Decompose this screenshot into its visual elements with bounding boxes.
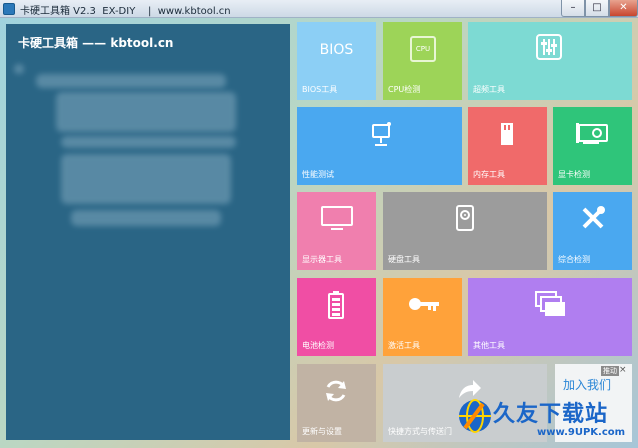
minimize-button[interactable]: – [561, 0, 585, 17]
tile-label: 内存工具 [473, 170, 505, 179]
ad-close-button[interactable]: × [619, 365, 627, 375]
hard-drive-icon [455, 204, 475, 232]
title-bar: 卡硬工具箱 V2.3 EX-DIY | www.kbtool.cn – □ ✕ [0, 0, 638, 18]
graphics-card-icon [575, 121, 611, 147]
info-panel: 卡硬工具箱 —— kbtool.cn [6, 24, 290, 440]
refresh-icon [323, 378, 349, 404]
brand-title: 卡硬工具箱 —— kbtool.cn [18, 36, 174, 50]
tile-memory[interactable]: 内存工具 [468, 107, 547, 185]
battery-icon [327, 290, 345, 320]
tile-bios[interactable]: BIOS BIOS工具 [297, 22, 376, 100]
app-icon [3, 3, 15, 15]
tile-activate[interactable]: 激活工具 [383, 278, 462, 356]
tile-label: 性能测试 [302, 170, 334, 179]
tile-label: 更新与设置 [302, 427, 342, 436]
bios-icon: BIOS [319, 42, 354, 58]
blurred-content [36, 74, 226, 88]
blurred-content [56, 92, 236, 132]
display-icon [319, 204, 355, 232]
cpu-icon-text: CPU [415, 45, 431, 53]
cpu-icon: CPU [410, 36, 436, 62]
window-title: 卡硬工具箱 V2.3 EX-DIY | www.kbtool.cn [20, 6, 231, 17]
maximize-button[interactable]: □ [585, 0, 609, 17]
ad-join-link[interactable]: 加入我们 [563, 376, 611, 393]
watermark-text: 久友下载站 [493, 402, 609, 427]
tile-battery[interactable]: 电池检测 [297, 278, 376, 356]
tile-cpu[interactable]: CPU CPU检测 [383, 22, 462, 100]
tile-gpu[interactable]: 显卡检测 [553, 107, 632, 185]
tile-other[interactable]: 其他工具 [468, 278, 632, 356]
blurred-content [14, 64, 24, 74]
tile-label: 硬盘工具 [388, 255, 420, 264]
tile-performance[interactable]: 性能测试 [297, 107, 462, 185]
key-icon [407, 294, 441, 314]
tile-label: CPU检测 [388, 85, 421, 94]
tile-update[interactable]: 更新与设置 [297, 364, 376, 442]
monitor-stand-icon [369, 121, 393, 149]
tile-overclock[interactable]: 超频工具 [468, 22, 632, 100]
windows-stack-icon [534, 290, 566, 318]
tile-label: 显卡检测 [558, 170, 590, 179]
watermark: 久友下载站 www.9UPK.com [455, 394, 638, 448]
tile-label: 综合检测 [558, 255, 590, 264]
close-button[interactable]: ✕ [609, 0, 638, 17]
tile-diagnosis[interactable]: 综合检测 [553, 192, 632, 270]
memory-card-icon [496, 121, 518, 147]
tile-disk[interactable]: 硬盘工具 [383, 192, 547, 270]
blurred-content [61, 136, 236, 148]
tile-label: 其他工具 [473, 341, 505, 350]
tile-label: 激活工具 [388, 341, 420, 350]
blurred-content [71, 210, 221, 226]
watermark-globe-icon [459, 399, 491, 433]
tile-monitor[interactable]: 显示器工具 [297, 192, 376, 270]
ad-tag: 推动 [601, 366, 619, 376]
tile-label: 电池检测 [302, 341, 334, 350]
tile-label: 超频工具 [473, 85, 505, 94]
sliders-icon [536, 34, 562, 60]
tools-icon [579, 204, 607, 232]
tile-label: 快捷方式与传送门 [388, 427, 452, 436]
tile-label: BIOS工具 [302, 85, 338, 94]
blurred-content [61, 154, 231, 204]
watermark-url: www.9UPK.com [537, 427, 626, 438]
tile-label: 显示器工具 [302, 255, 342, 264]
